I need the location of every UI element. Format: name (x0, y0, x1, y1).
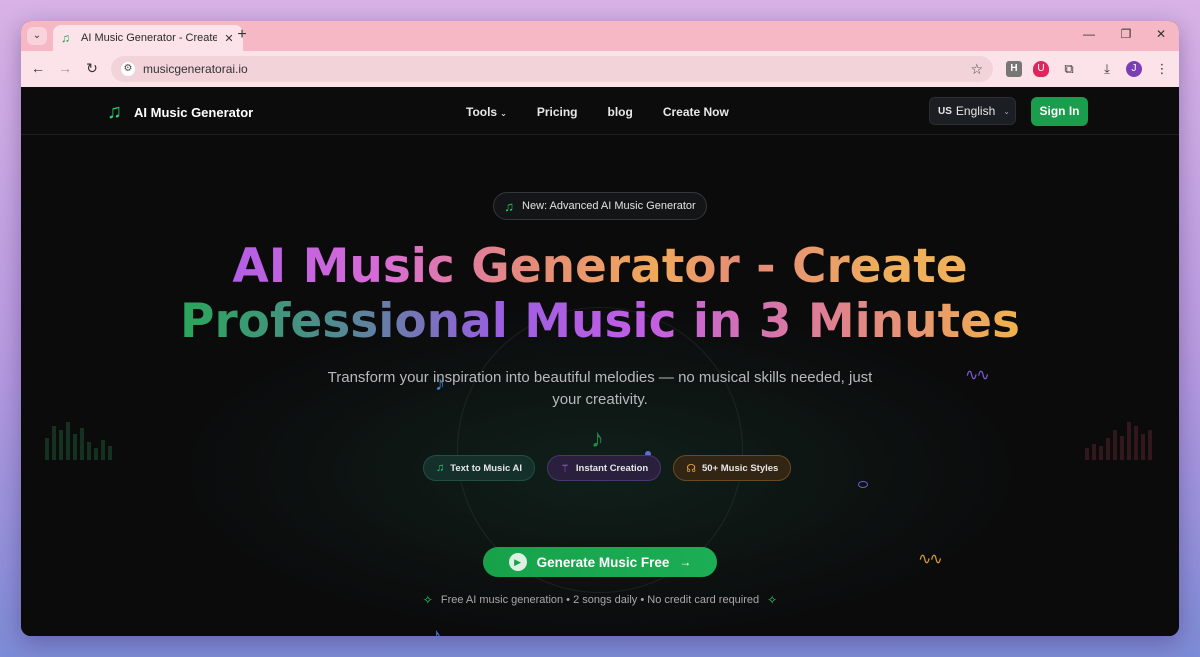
hero-headline: AI Music Generator - Create Professional… (121, 239, 1079, 349)
generate-music-button[interactable]: ▶ Generate Music Free → (483, 547, 717, 577)
headline-line-1: AI Music Generator - Create (232, 239, 968, 294)
site-logo[interactable]: ♫ AI Music Generator (107, 101, 253, 124)
nav-links: Tools ⌄ Pricing blog Create Now (466, 105, 729, 119)
forward-icon[interactable]: → (56, 60, 74, 76)
music-note-icon: ♪ (591, 423, 604, 453)
feature-chips: ♫ Text to Music AI ⚚ Instant Creation ☊ … (423, 455, 792, 481)
chip-instant-creation[interactable]: ⚚ Instant Creation (547, 455, 662, 481)
browser-window: ⌄ ♫ AI Music Generator - Create Pro ✕ + … (21, 21, 1179, 636)
nav-pricing[interactable]: Pricing (537, 105, 578, 119)
profile-avatar[interactable]: J (1126, 61, 1142, 77)
magic-wand-icon: ⚚ (560, 462, 570, 475)
minimize-icon[interactable]: — (1082, 27, 1096, 41)
chevron-down-icon: ⌄ (500, 109, 507, 118)
new-tab-button[interactable]: + (233, 26, 251, 44)
nav-create-now[interactable]: Create Now (663, 105, 729, 119)
play-icon: ▶ (508, 553, 527, 571)
language-selector[interactable]: US English ⌄ (929, 97, 1016, 125)
headline-line-2: Professional Music in 3 Minutes (180, 294, 1020, 349)
tab-search-button[interactable]: ⌄ (27, 27, 47, 45)
sign-in-button[interactable]: Sign In (1031, 97, 1088, 126)
download-icon[interactable]: ⤓ (1099, 61, 1115, 77)
badge-text: New: Advanced AI Music Generator (522, 200, 696, 212)
equalizer-left-decoration (45, 422, 112, 460)
music-note-icon: ♪ (431, 623, 442, 636)
ring-decoration-icon (858, 481, 868, 488)
chip-text-to-music[interactable]: ♫ Text to Music AI (423, 455, 536, 481)
equalizer-right-decoration (1085, 422, 1152, 460)
music-notes-icon: ♫ (504, 198, 515, 214)
browser-toolbar: ← → ↻ ⚙ musicgeneratorai.io ☆ H U ⧉ ⤓ J … (21, 51, 1179, 87)
nav-tools-label: Tools (466, 105, 498, 119)
page-content: ♫ AI Music Generator Tools ⌄ Pricing blog… (21, 87, 1179, 636)
music-note-icon: ♫ (61, 31, 70, 45)
music-note-icon: ♫ (107, 101, 122, 123)
music-note-icon: ♫ (436, 462, 445, 474)
hero-footnote: ✧ Free AI music generation • 2 songs dai… (421, 593, 779, 607)
language-label: English (955, 104, 996, 118)
browser-tab[interactable]: ♫ AI Music Generator - Create Pro ✕ (53, 25, 243, 51)
reload-icon[interactable]: ↻ (83, 60, 101, 77)
chevron-down-icon: ⌄ (1003, 106, 1010, 116)
sparkle-icon: ✧ (422, 593, 433, 607)
chip-label: Instant Creation (575, 462, 649, 474)
sparkle-icon: ✧ (767, 593, 778, 607)
site-navbar: ♫ AI Music Generator Tools ⌄ Pricing blog… (21, 87, 1179, 135)
shield-extension-icon[interactable]: U (1033, 61, 1049, 77)
cta-label: Generate Music Free (536, 554, 670, 570)
chip-label: Text to Music AI (450, 462, 523, 474)
nav-blog[interactable]: blog (608, 105, 633, 119)
headphones-icon: ☊ (686, 462, 697, 475)
tab-title: AI Music Generator - Create Pro (81, 32, 217, 44)
restore-icon[interactable]: ❐ (1119, 27, 1133, 41)
close-window-icon[interactable]: ✕ (1154, 27, 1168, 41)
arrow-right-icon: → (679, 555, 692, 569)
nav-tools[interactable]: Tools ⌄ (466, 105, 507, 119)
chip-music-styles[interactable]: ☊ 50+ Music Styles (673, 455, 792, 481)
address-bar[interactable]: ⚙ musicgeneratorai.io ☆ (111, 56, 993, 82)
chip-label: 50+ Music Styles (702, 462, 779, 474)
url-text[interactable]: musicgeneratorai.io (143, 62, 962, 76)
footnote-text: Free AI music generation • 2 songs daily… (440, 594, 760, 606)
country-code: US (938, 105, 952, 117)
hero-subtitle: Transform your inspiration into beautifu… (327, 369, 873, 408)
bookmark-star-icon[interactable]: ☆ (970, 61, 983, 78)
site-info-icon[interactable]: ⚙ (121, 62, 135, 76)
menu-kebab-icon[interactable]: ⋮ (1154, 61, 1170, 77)
extensions-puzzle-icon[interactable]: ⧉ (1061, 61, 1077, 77)
tab-strip: ⌄ ♫ AI Music Generator - Create Pro ✕ + … (21, 21, 1179, 51)
back-icon[interactable]: ← (29, 60, 47, 76)
logo-text: AI Music Generator (134, 105, 254, 120)
announcement-badge[interactable]: ♫ New: Advanced AI Music Generator (493, 192, 707, 220)
extension-h-icon[interactable]: H (1006, 61, 1022, 77)
wave-decoration-icon: ∿∿ (965, 367, 990, 384)
wave-decoration-icon: ∿∿ (918, 551, 943, 568)
